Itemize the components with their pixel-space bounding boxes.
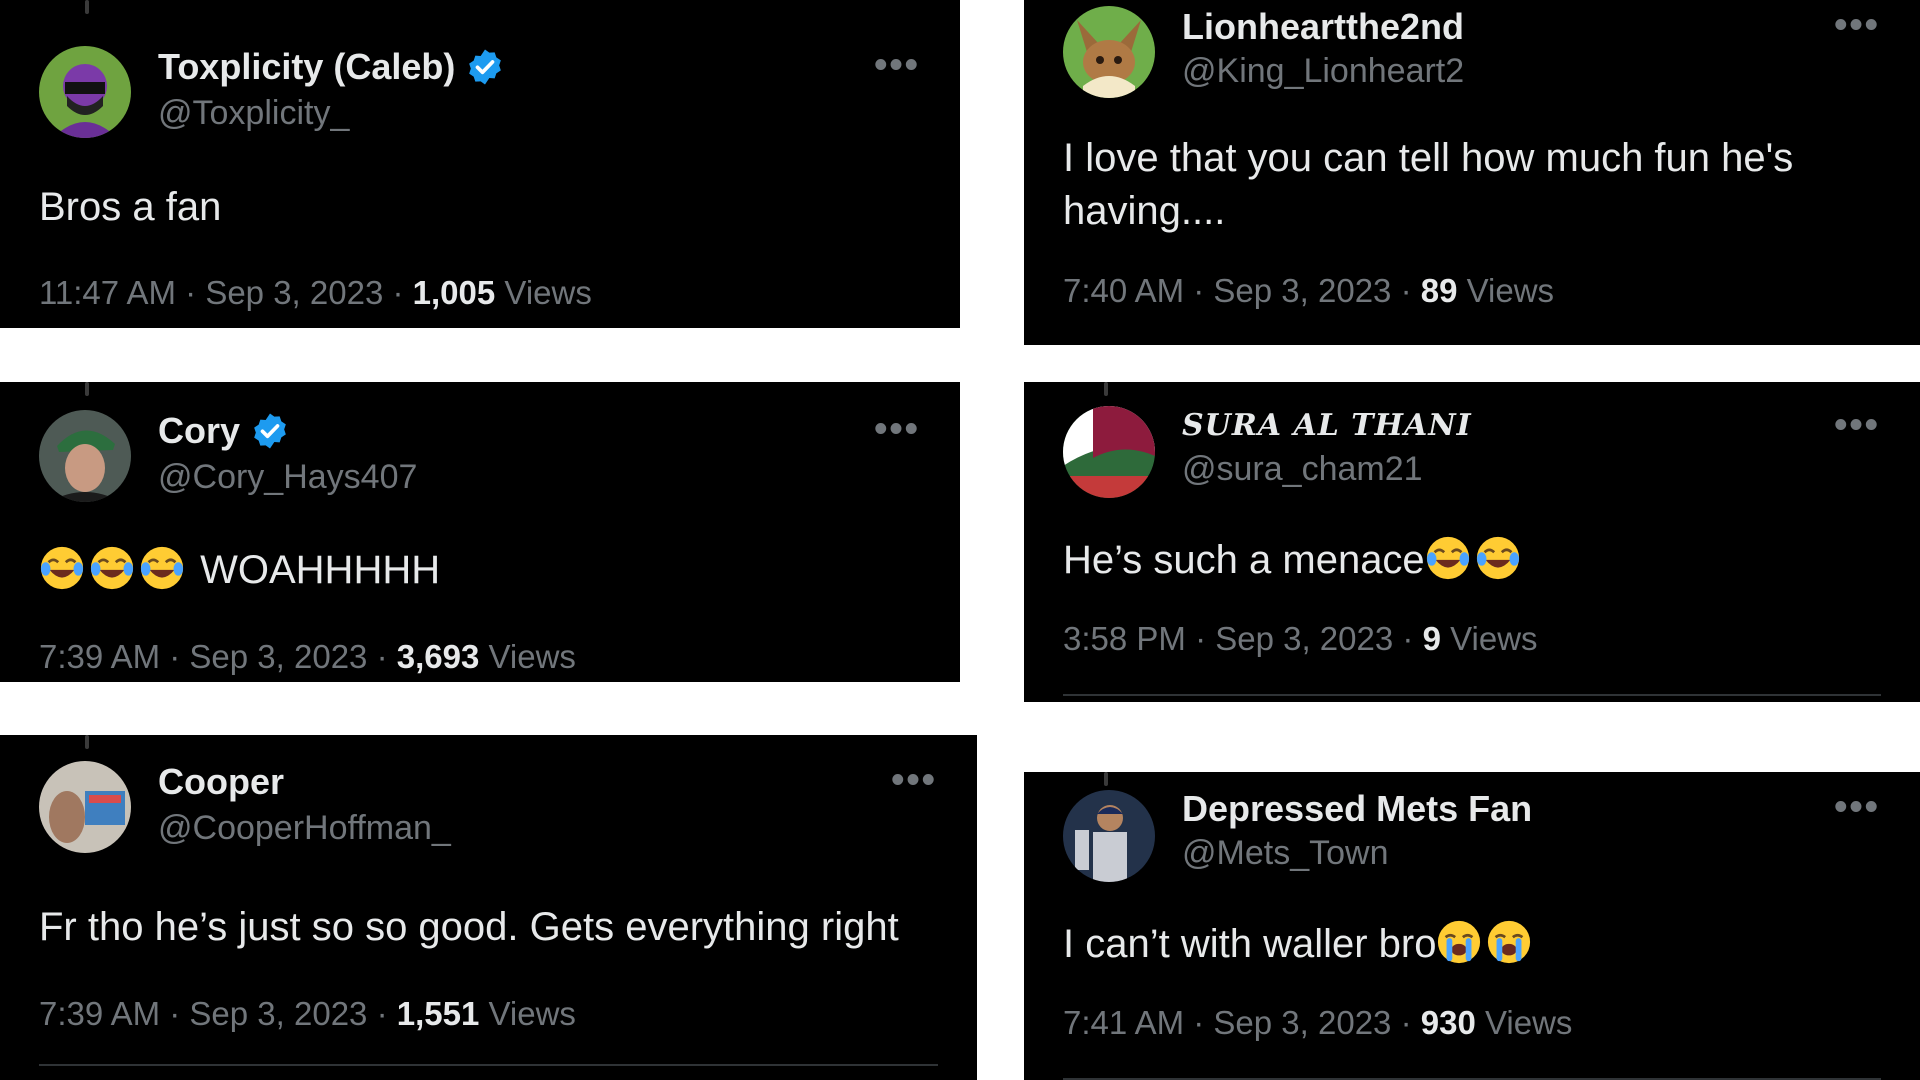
tweet-meta: 7:40 AM · Sep 3, 2023 · 89 Views — [1063, 272, 1555, 309]
date[interactable]: Sep 3, 2023 — [1213, 272, 1391, 309]
more-icon[interactable]: ••• — [874, 408, 920, 451]
timestamp[interactable]: 7:39 AM — [39, 995, 160, 1032]
views-count: 1,551 — [396, 995, 480, 1032]
date[interactable]: Sep 3, 2023 — [1213, 1004, 1391, 1041]
display-name[interactable]: Cory — [158, 410, 240, 452]
verified-badge-icon — [252, 411, 288, 451]
verified-badge-icon — [467, 47, 504, 87]
date[interactable]: Sep 3, 2023 — [189, 638, 367, 675]
user-handle[interactable]: @CooperHoffman_ — [158, 809, 451, 848]
tweet-card[interactable]: SURA AL THANI @sura_cham21 ••• He’s such… — [1024, 382, 1920, 702]
loudly-crying-face-icon — [1437, 919, 1482, 965]
face-with-tears-of-joy-icon — [39, 545, 85, 591]
user-handle[interactable]: @sura_cham21 — [1182, 450, 1423, 489]
timestamp[interactable]: 7:39 AM — [39, 638, 160, 675]
avatar[interactable] — [1063, 6, 1155, 98]
date[interactable]: Sep 3, 2023 — [1215, 620, 1393, 657]
views-label: Views — [1484, 1004, 1573, 1041]
thread-line — [85, 735, 89, 749]
tweet-text-row: He’s such a menace — [1063, 534, 1525, 587]
tweet-text: He’s such a menace — [1063, 538, 1425, 582]
views-count: 1,005 — [412, 274, 496, 311]
face-with-tears-of-joy-icon — [89, 545, 135, 591]
more-icon[interactable]: ••• — [1834, 404, 1880, 447]
tweet-text-row: WOAHHHHH — [39, 544, 440, 597]
tweet-text: Fr tho he’s just so so good. Gets everyt… — [39, 905, 899, 949]
timestamp[interactable]: 7:41 AM — [1063, 1004, 1184, 1041]
date[interactable]: Sep 3, 2023 — [205, 274, 383, 311]
tweet-meta: 7:39 AM · Sep 3, 2023 · 3,693 Views — [39, 638, 576, 675]
loudly-crying-face-icon — [1487, 919, 1532, 965]
tweet-text-line: having.... — [1063, 189, 1226, 233]
more-icon[interactable]: ••• — [1834, 786, 1880, 829]
timestamp[interactable]: 3:58 PM — [1063, 620, 1186, 657]
thread-line — [1104, 772, 1108, 786]
thread-line — [1104, 382, 1108, 396]
tweet-card[interactable]: Cooper @CooperHoffman_ ••• Fr tho he’s j… — [0, 735, 977, 1080]
face-with-tears-of-joy-icon — [139, 545, 185, 591]
tweet-text-line: I love that you can tell how much fun he… — [1063, 136, 1794, 180]
views-label: Views — [504, 274, 592, 311]
more-icon[interactable]: ••• — [874, 44, 920, 87]
timestamp[interactable]: 11:47 AM — [39, 274, 176, 311]
views-label: Views — [488, 995, 576, 1032]
timestamp[interactable]: 7:40 AM — [1063, 272, 1184, 309]
views-count: 930 — [1420, 1004, 1476, 1041]
views-label: Views — [488, 638, 576, 675]
tweet-card[interactable]: Toxplicity (Caleb) @Toxplicity_ ••• Bros… — [0, 0, 960, 328]
tweet-card[interactable]: Depressed Mets Fan @Mets_Town ••• I can’… — [1024, 772, 1920, 1080]
avatar[interactable] — [39, 761, 131, 853]
more-icon[interactable]: ••• — [1834, 4, 1880, 47]
views-count: 9 — [1422, 620, 1441, 657]
tweet-meta: 3:58 PM · Sep 3, 2023 · 9 Views — [1063, 620, 1538, 657]
display-name[interactable]: Lionheartthe2nd — [1182, 6, 1464, 48]
display-name[interactable]: Toxplicity (Caleb) — [158, 46, 455, 88]
user-handle[interactable]: @Mets_Town — [1182, 834, 1388, 873]
tweet-text: Bros a fan — [39, 185, 222, 229]
tweet-meta: 11:47 AM · Sep 3, 2023 · 1,005 Views — [39, 274, 592, 311]
avatar[interactable] — [39, 410, 131, 502]
tweet-text: I can’t with waller bro — [1063, 922, 1437, 966]
divider — [39, 1064, 938, 1066]
avatar[interactable] — [1063, 790, 1155, 882]
date[interactable]: Sep 3, 2023 — [189, 995, 367, 1032]
user-handle[interactable]: @King_Lionheart2 — [1182, 52, 1464, 91]
avatar[interactable] — [1063, 406, 1155, 498]
display-name[interactable]: SURA AL THANI — [1182, 408, 1472, 443]
tweet-text: WOAHHHHH — [200, 548, 441, 592]
face-with-tears-of-joy-icon — [1425, 535, 1471, 581]
thread-line — [85, 382, 89, 396]
tweet-text-row: I can’t with waller bro — [1063, 918, 1536, 971]
display-name[interactable]: Cooper — [158, 761, 284, 803]
tweet-text: I love that you can tell how much fun he… — [1063, 132, 1793, 238]
user-handle[interactable]: @Cory_Hays407 — [158, 458, 417, 497]
tweet-meta: 7:41 AM · Sep 3, 2023 · 930 Views — [1063, 1004, 1573, 1041]
views-label: Views — [1466, 272, 1555, 309]
face-with-tears-of-joy-icon — [1475, 535, 1521, 581]
user-handle[interactable]: @Toxplicity_ — [158, 94, 349, 133]
thread-line — [85, 0, 89, 14]
display-name[interactable]: Depressed Mets Fan — [1182, 788, 1532, 830]
views-count: 3,693 — [396, 638, 480, 675]
views-count: 89 — [1420, 272, 1458, 309]
tweet-card[interactable]: Cory @Cory_Hays407 ••• WOAHHHHH 7:39 AM … — [0, 382, 960, 682]
more-icon[interactable]: ••• — [891, 759, 937, 802]
views-label: Views — [1450, 620, 1538, 657]
tweet-meta: 7:39 AM · Sep 3, 2023 · 1,551 Views — [39, 995, 576, 1032]
divider — [1063, 694, 1881, 696]
tweet-card[interactable]: Lionheartthe2nd @King_Lionheart2 ••• I l… — [1024, 0, 1920, 345]
avatar[interactable] — [39, 46, 131, 138]
